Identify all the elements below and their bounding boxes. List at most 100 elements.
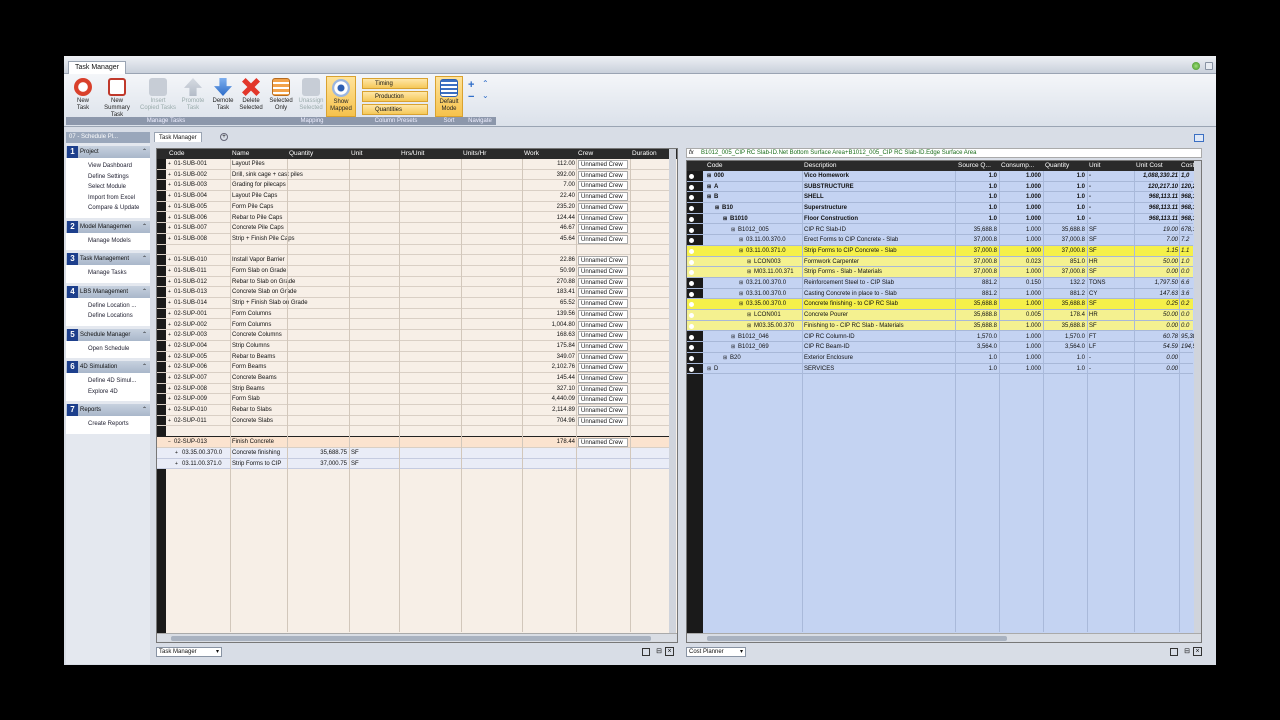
- expand-node-icon[interactable]: ⊞: [747, 257, 751, 268]
- expand-row-icon[interactable]: +: [168, 394, 171, 405]
- column-header[interactable]: Units/Hr: [463, 149, 486, 159]
- app-tab-task-manager[interactable]: Task Manager: [68, 61, 126, 74]
- table-row[interactable]: +01-SUB-007 Concrete Pile Caps 46.67 Unname…: [157, 223, 669, 234]
- table-row[interactable]: +01-SUB-010 Install Vapor Barrier 22.86 Unn…: [157, 255, 669, 266]
- preset-quantities[interactable]: Quantities: [362, 104, 428, 115]
- table-row[interactable]: +01-SUB-001 Layout Piles 112.00 Unnamed Cre…: [157, 159, 669, 170]
- cost-row[interactable]: ⊞ B SHELL 1.0 1.000 1.0-968,113.11 968,1: [687, 192, 1195, 204]
- cost-row[interactable]: ⊞ 03.31.00.370.0 Casting Concrete in place…: [687, 289, 1193, 300]
- cost-row[interactable]: ⊞ 000 Vico Homework 1.0 1.000 1.0-1,088,330.2…: [687, 171, 1193, 182]
- expand-node-icon[interactable]: ⊞: [707, 192, 711, 203]
- expand-node-icon[interactable]: ⊞: [739, 235, 743, 246]
- expand-row-icon[interactable]: +: [168, 362, 171, 373]
- table-row[interactable]: +01-SUB-011 Form Slab on Grade 50.99 Unname…: [157, 266, 669, 277]
- expand-row-icon[interactable]: +: [168, 213, 171, 224]
- show-mapped-button[interactable]: Show Mapped: [326, 76, 356, 117]
- column-header[interactable]: Quantity: [289, 149, 313, 159]
- expand-row-icon[interactable]: +: [168, 202, 171, 213]
- crew-dropdown[interactable]: Unnamed Crew: [578, 224, 628, 234]
- crew-dropdown[interactable]: Unnamed Crew: [578, 213, 628, 223]
- expand-row-icon[interactable]: −: [168, 437, 171, 448]
- maximize-pane-icon[interactable]: [642, 648, 650, 656]
- expand-row-icon[interactable]: +: [168, 384, 171, 395]
- selected-only-button[interactable]: Selected Only: [266, 76, 296, 117]
- cost-row[interactable]: ⊞ LCON001 Concrete Pourer 35,688.8 0.005 178.…: [687, 310, 1193, 321]
- cost-row[interactable]: ⊞ B1010 Floor Construction 1.0 1.000 1.0-968,…: [687, 214, 1195, 225]
- sidebar-link[interactable]: Import from Excel: [66, 193, 150, 204]
- crew-dropdown[interactable]: Unnamed Crew: [578, 406, 628, 416]
- expand-node-icon[interactable]: ⊞: [739, 246, 743, 257]
- table-row[interactable]: +02-SUP-004 Strip Columns 175.84 Unnamed Cr…: [157, 341, 669, 352]
- cost-row[interactable]: ⊞ D SERVICES 1.0 1.000 1.0-0.00: [687, 364, 1193, 375]
- sidebar-group-title[interactable]: 2 Model Managemen ⌃: [66, 220, 150, 233]
- column-header[interactable]: Name: [232, 149, 249, 159]
- sidebar-link[interactable]: Open Schedule: [66, 344, 150, 355]
- column-header[interactable]: Description: [804, 161, 837, 171]
- cost-row[interactable]: ⊞ 03.11.00.371.0 Strip Forms to CIP Concre…: [687, 245, 1193, 257]
- table-row[interactable]: +02-SUP-007 Concrete Beams 145.44 Unnamed C…: [157, 373, 669, 384]
- crew-dropdown[interactable]: Unnamed Crew: [578, 192, 628, 202]
- collapse-chevron-icon[interactable]: ⌃: [142, 253, 147, 265]
- crew-dropdown[interactable]: Unnamed Crew: [578, 331, 628, 341]
- column-header[interactable]: Unit: [1089, 161, 1101, 171]
- table-row[interactable]: +02-SUP-001 Form Columns 139.56 Unnamed Cre…: [157, 309, 669, 320]
- cost-row[interactable]: ⊞ B1012_046 CIP RC Column-ID 1,570.0 1.000 1,…: [687, 332, 1195, 343]
- expand-row-icon[interactable]: +: [168, 266, 171, 277]
- collapse-minus-icon[interactable]: −: [468, 91, 474, 103]
- sidebar-link[interactable]: Select Module: [66, 182, 150, 193]
- unassign-selected-button[interactable]: Unassign Selected: [296, 76, 326, 117]
- mapped-item-row[interactable]: +03.35.00.370.0 Concrete finishing 35,688.…: [157, 447, 669, 459]
- cost-row[interactable]: ⊞ A SUBSTRUCTURE 1.0 1.000 1.0-120,217.10 120,…: [687, 182, 1195, 193]
- cost-row[interactable]: ⊞ B1012_005 CIP RC Slab-ID 35,688.8 1.000 35,…: [687, 225, 1195, 236]
- collapse-chevron-icon[interactable]: ⌃: [142, 404, 147, 416]
- maximize-pane-icon[interactable]: [1170, 648, 1178, 656]
- table-row[interactable]: +01-SUB-003 Grading for pilecaps 7.00 Unnam…: [157, 180, 669, 192]
- column-header[interactable]: Duration: [632, 149, 657, 159]
- crew-dropdown[interactable]: Unnamed Crew: [578, 438, 628, 448]
- column-header[interactable]: Hrs/Unit: [401, 149, 424, 159]
- table-row[interactable]: +01-SUB-002 Drill, sink cage + cast piles…: [157, 170, 669, 181]
- crew-dropdown[interactable]: Unnamed Crew: [578, 384, 628, 394]
- crew-dropdown[interactable]: Unnamed Crew: [578, 374, 628, 383]
- table-row[interactable]: +01-SUB-008 Strip + Finish Pile Caps 45.64…: [157, 234, 669, 245]
- expand-all-icon[interactable]: ⌃: [482, 79, 489, 88]
- promote-task-button[interactable]: Promote Task: [178, 76, 208, 117]
- expand-row-icon[interactable]: +: [168, 191, 171, 202]
- table-row[interactable]: +02-SUP-008 Strip Beams 327.10 Unnamed Crew: [157, 384, 669, 395]
- expand-row-icon[interactable]: +: [168, 159, 171, 170]
- task-grid-hscroll[interactable]: [157, 633, 677, 642]
- column-header[interactable]: Source Q...: [958, 161, 991, 171]
- expand-node-icon[interactable]: ⊞: [715, 203, 719, 214]
- sidebar-link[interactable]: Create Reports: [66, 419, 150, 430]
- expand-row-icon[interactable]: +: [175, 448, 178, 459]
- mapped-item-row[interactable]: +03.11.00.371.0 Strip Forms to CIP 37,000.…: [157, 458, 669, 470]
- collapse-chevron-icon[interactable]: ⌃: [142, 146, 147, 158]
- expand-row-icon[interactable]: +: [168, 341, 171, 352]
- crew-dropdown[interactable]: Unnamed Crew: [578, 170, 628, 180]
- new-summary-task-button[interactable]: New Summary Task: [98, 76, 136, 118]
- crew-dropdown[interactable]: Unnamed Crew: [578, 277, 628, 287]
- expand-row-icon[interactable]: +: [175, 459, 178, 470]
- expand-row-icon[interactable]: +: [168, 416, 171, 427]
- expand-row-icon[interactable]: +: [168, 298, 171, 309]
- view-selector-right[interactable]: Cost Planner ▾: [686, 647, 746, 657]
- column-header[interactable]: Crew: [578, 149, 593, 159]
- crew-dropdown[interactable]: Unnamed Crew: [578, 395, 628, 405]
- sidebar-link[interactable]: Define Settings: [66, 172, 150, 183]
- crew-dropdown[interactable]: Unnamed Crew: [578, 352, 628, 362]
- pane-layout-icon[interactable]: [1194, 134, 1204, 142]
- expand-row-icon[interactable]: +: [168, 309, 171, 320]
- expand-node-icon[interactable]: ⊞: [747, 310, 751, 321]
- table-row[interactable]: +01-SUB-014 Strip + Finish Slab on Grade 6…: [157, 298, 669, 309]
- column-header[interactable]: Quantity: [1045, 161, 1069, 171]
- expand-row-icon[interactable]: +: [168, 170, 171, 181]
- insert-copied-tasks-button[interactable]: Insert Copied Tasks: [140, 76, 176, 117]
- task-grid-vscroll[interactable]: [669, 149, 676, 634]
- sidebar-link[interactable]: Manage Tasks: [66, 268, 150, 279]
- cost-row[interactable]: ⊞ 03.11.00.370.0 Erect Forms to CIP Concre…: [687, 235, 1193, 246]
- crew-dropdown[interactable]: Unnamed Crew: [578, 181, 628, 191]
- sidebar-link[interactable]: Define 4D Simul...: [66, 376, 150, 387]
- expand-node-icon[interactable]: ⊞: [731, 225, 735, 236]
- table-row[interactable]: +01-SUB-012 Rebar to Slab on Grade 270.88 U…: [157, 277, 669, 288]
- new-task-button[interactable]: New Task: [68, 76, 98, 117]
